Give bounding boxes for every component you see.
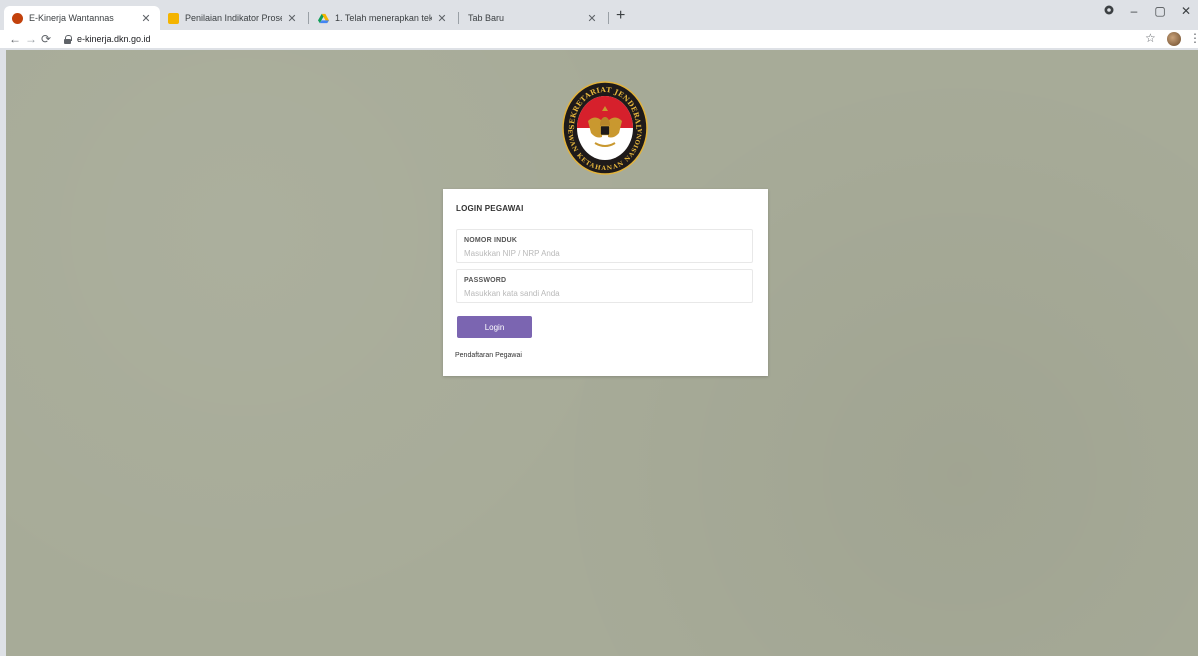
tab-close-icon[interactable]: ✕ (140, 12, 152, 25)
back-arrow-icon[interactable]: ← (9, 31, 21, 47)
tab-favicon-icon (12, 12, 23, 24)
minimize-button[interactable]: – (1124, 4, 1144, 18)
login-button[interactable]: Login (457, 316, 532, 338)
tab-penilaian[interactable]: Penilaian Indikator Proses Evaluas ✕ (160, 6, 306, 30)
tab-close-icon[interactable]: ✕ (286, 12, 298, 25)
drive-icon (318, 13, 329, 24)
browser-record-icon[interactable] (1099, 4, 1119, 18)
reload-icon[interactable]: ⟳ (41, 31, 51, 47)
tab-separator (308, 12, 309, 24)
profile-avatar[interactable] (1167, 32, 1181, 46)
password-label: PASSWORD (464, 277, 507, 284)
close-window-button[interactable]: ✕ (1176, 4, 1196, 18)
nip-input[interactable] (464, 247, 744, 259)
tab-title: 1. Telah menerapkan teknologi in (335, 13, 432, 23)
tab-e-kinerja[interactable]: E-Kinerja Wantannas ✕ (4, 6, 160, 30)
tab-close-icon[interactable]: ✕ (436, 12, 448, 25)
menu-kebab-icon[interactable]: ⋮ (1189, 31, 1198, 45)
browser-toolbar: ← → ⟳ e-kinerja.dkn.go.id ☆ ⋮ (0, 30, 1198, 48)
url-text[interactable]: e-kinerja.dkn.go.id (77, 34, 151, 44)
nip-field: NOMOR INDUK (456, 229, 753, 263)
forward-arrow-icon[interactable]: → (25, 31, 37, 47)
page-background: SEKRETARIAT JENDERAL DEWAN KETAHANAN NAS… (6, 50, 1198, 656)
login-card: LOGIN PEGAWAI NOMOR INDUK PASSWORD Login… (443, 189, 768, 376)
password-field: PASSWORD (456, 269, 753, 303)
tab-title: Penilaian Indikator Proses Evaluas (185, 13, 282, 23)
address-bar[interactable]: e-kinerja.dkn.go.id (58, 31, 1128, 47)
tab-favicon-icon (168, 12, 179, 24)
login-title: LOGIN PEGAWAI (456, 204, 524, 213)
star-icon[interactable]: ☆ (1145, 31, 1156, 45)
tab-separator (458, 12, 459, 24)
tab-title: Tab Baru (468, 13, 505, 23)
tab-close-icon[interactable]: ✕ (586, 12, 598, 25)
browser-tab-strip: E-Kinerja Wantannas ✕ Penilaian Indikato… (0, 0, 1198, 30)
password-input[interactable] (464, 287, 744, 299)
register-link[interactable]: Pendaftaran Pegawai (455, 352, 522, 359)
tab-separator (608, 12, 609, 24)
new-tab-button[interactable]: + (616, 8, 625, 24)
tab-title: E-Kinerja Wantannas (29, 13, 114, 23)
tab-tab-baru[interactable]: Tab Baru ✕ (460, 6, 606, 30)
dkn-emblem-logo: SEKRETARIAT JENDERAL DEWAN KETAHANAN NAS… (562, 81, 648, 175)
restore-button[interactable]: ▢ (1150, 4, 1170, 18)
tab-telah-menerapkan[interactable]: 1. Telah menerapkan teknologi in ✕ (310, 6, 456, 30)
nip-label: NOMOR INDUK (464, 237, 518, 244)
lock-icon (64, 35, 72, 44)
